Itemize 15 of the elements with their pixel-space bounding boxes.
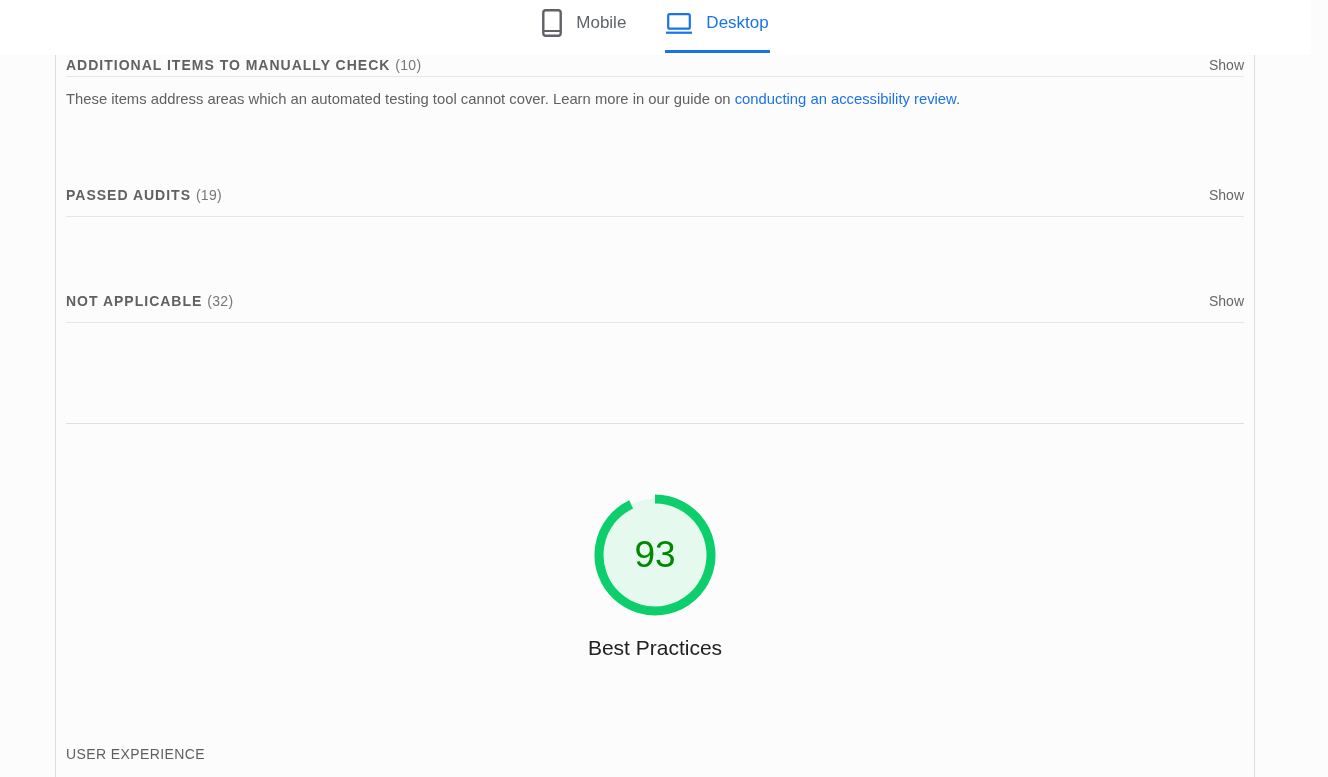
show-toggle[interactable]: Show — [1208, 185, 1244, 205]
section-heading: NOT APPLICABLE (32) — [66, 292, 234, 311]
guide-link[interactable]: conducting an accessibility review — [734, 91, 956, 107]
show-toggle[interactable]: Show — [1208, 291, 1244, 311]
tab[interactable]: Desktop — [665, 0, 770, 53]
section-heading: ADDITIONAL ITEMS TO MANUALLY CHECK (10) — [66, 56, 422, 75]
show-toggle[interactable]: Show — [1208, 55, 1244, 75]
phone-icon — [542, 9, 563, 37]
section-heading: USER EXPERIENCE — [66, 745, 206, 764]
description-text: These items address areas which an automated testing tool cannot cover. Learn more in our guide on conducting an accessibility review. — [66, 90, 962, 109]
category-title: Best Practices — [587, 635, 723, 661]
score-value: 93 — [634, 533, 676, 577]
laptop-icon — [666, 12, 693, 34]
tab[interactable]: Mobile — [541, 0, 628, 53]
section-heading: PASSED AUDITS (19) — [66, 186, 222, 205]
